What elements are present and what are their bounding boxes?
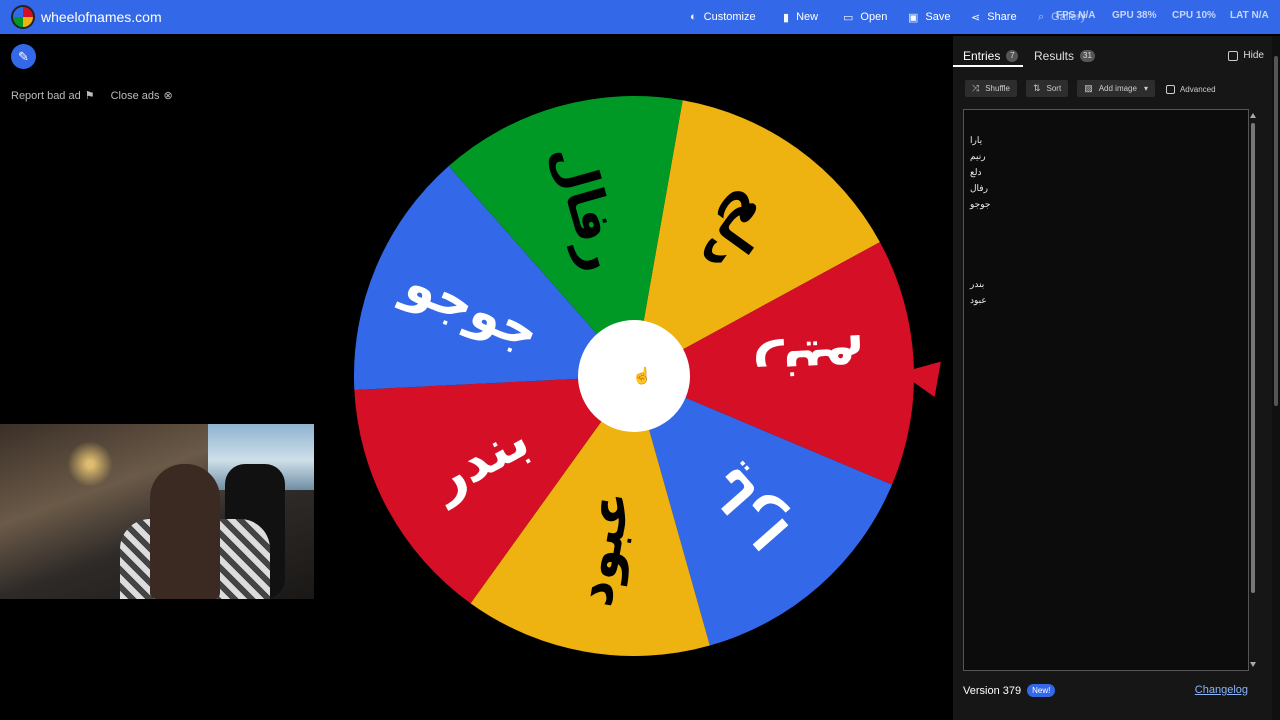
webcam-overlay: [0, 424, 314, 599]
chevron-down-icon: ▾: [1143, 84, 1148, 93]
entry-line: رنيم: [970, 151, 986, 161]
close-circle-icon: ⊗: [163, 90, 173, 102]
entry-line: رفال: [970, 183, 988, 193]
active-tab-indicator: [953, 65, 1023, 67]
fps-readout: FPS N/A: [1056, 10, 1096, 21]
latency-readout: LAT N/A: [1230, 10, 1269, 21]
sort-label: Sort: [1046, 84, 1062, 93]
entries-panel: Entries 7 Results 31 Hide ⤨ Shuffle ⇅ So…: [953, 36, 1280, 720]
save-label: Save: [925, 11, 951, 23]
edit-pencil-button[interactable]: ✎: [11, 44, 36, 69]
advanced-checkbox[interactable]: Advanced: [1165, 80, 1216, 98]
hide-label: Hide: [1243, 50, 1264, 61]
entry-line: [970, 212, 1242, 228]
shuffle-button[interactable]: ⤨ Shuffle: [965, 80, 1017, 97]
site-title[interactable]: wheelofnames.com: [41, 9, 162, 25]
cpu-readout: CPU 10%: [1172, 10, 1216, 21]
share-button[interactable]: ⋖ Share: [971, 0, 1017, 34]
new-button[interactable]: ▮ New: [783, 0, 818, 34]
open-label: Open: [860, 11, 888, 23]
sort-icon: ⇅: [1032, 83, 1041, 93]
scroll-down-arrow-icon[interactable]: [1250, 662, 1256, 667]
hand-cursor-icon: ☝: [632, 368, 652, 385]
version-info: Version 379 New!: [963, 684, 1056, 697]
scroll-up-arrow-icon[interactable]: [1250, 113, 1256, 118]
entry-line: دلع: [970, 167, 982, 177]
entry-line: [970, 228, 1242, 244]
streamer: [150, 464, 220, 599]
new-badge: New!: [1027, 684, 1056, 697]
entries-scrollbar[interactable]: [1249, 109, 1257, 671]
add-image-button[interactable]: ▨ Add image ▾: [1077, 80, 1155, 97]
open-button[interactable]: ▭ Open: [843, 0, 887, 34]
tab-results[interactable]: Results 31: [1034, 49, 1095, 63]
version-label: Version 379: [963, 684, 1022, 697]
entries-toolbar: ⤨ Shuffle ⇅ Sort ▨ Add image ▾ Advanced: [965, 80, 1216, 98]
entry-line: بندر: [970, 279, 985, 289]
add-image-label: Add image: [1098, 84, 1137, 93]
entry-line: جوجو: [970, 199, 991, 209]
shuffle-label: Shuffle: [985, 84, 1010, 93]
results-count-badge: 31: [1080, 50, 1095, 62]
report-bad-ad-label: Report bad ad: [11, 90, 81, 102]
report-bad-ad-link[interactable]: Report bad ad ⚑: [11, 89, 95, 102]
panel-tabs: Entries 7 Results 31 Hide: [953, 36, 1280, 68]
flag-icon: ⚑: [84, 90, 95, 102]
new-label: New: [796, 11, 819, 23]
sort-button[interactable]: ⇅ Sort: [1025, 80, 1069, 97]
entry-line: [970, 260, 1242, 276]
top-navigation-bar: wheelofnames.com ◐ Customize ▮ New ▭ Ope…: [0, 0, 1280, 34]
shuffle-icon: ⤨: [972, 83, 980, 93]
entry-line: يارا: [970, 135, 983, 145]
image-icon: ▨: [1084, 83, 1093, 93]
advanced-checkbox-box[interactable]: [1165, 84, 1175, 94]
save-button[interactable]: ▣ Save: [908, 0, 950, 34]
pencil-icon: ✎: [18, 48, 29, 64]
customize-label: Customize: [703, 11, 756, 23]
save-icon: ▣: [908, 11, 919, 24]
gpu-readout: GPU 38%: [1112, 10, 1157, 21]
wheel-pointer: [897, 354, 941, 398]
customize-button[interactable]: ◐ Customize: [690, 0, 756, 34]
search-icon: ⌕: [1038, 10, 1045, 23]
folder-icon: ▭: [843, 11, 854, 24]
file-icon: ▮: [783, 11, 790, 24]
close-ads-link[interactable]: Close ads ⊗: [111, 89, 173, 102]
share-label: Share: [987, 11, 1017, 23]
entries-textarea[interactable]: يارا رنيم دلع رفال جوجو بندر عبود: [963, 109, 1249, 671]
changelog-link[interactable]: Changelog: [1195, 684, 1248, 696]
wheel-logo-icon[interactable]: [11, 5, 35, 29]
tab-entries[interactable]: Entries 7: [963, 49, 1019, 63]
share-icon: ⋖: [971, 11, 981, 24]
entry-line: عبود: [970, 295, 987, 305]
page-scroll-thumb[interactable]: [1274, 56, 1278, 406]
hide-checkbox-box[interactable]: [1228, 50, 1239, 61]
string-lights: [60, 432, 120, 512]
entries-count-badge: 7: [1006, 50, 1019, 62]
entry-line: [970, 244, 1242, 260]
scroll-thumb[interactable]: [1251, 123, 1255, 593]
advanced-label: Advanced: [1179, 84, 1216, 94]
ad-controls: Report bad ad ⚑ Close ads ⊗: [11, 89, 173, 102]
hide-checkbox[interactable]: Hide: [1228, 50, 1264, 61]
close-ads-label: Close ads: [110, 90, 160, 102]
wheel-segment-label: رنيم: [752, 335, 866, 400]
page-scrollbar[interactable]: [1272, 36, 1280, 720]
palette-icon: ◐: [690, 11, 697, 23]
tab-entries-label: Entries: [963, 49, 1001, 63]
tab-results-label: Results: [1034, 49, 1075, 63]
